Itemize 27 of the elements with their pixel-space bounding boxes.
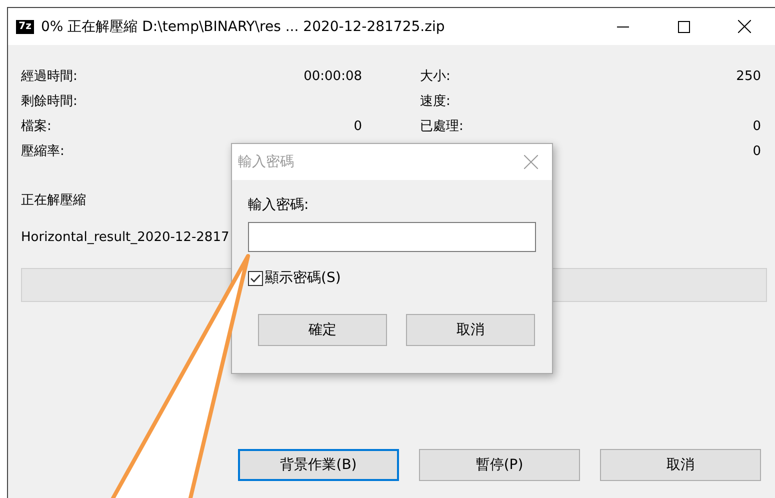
stat-value: 250	[736, 68, 761, 86]
cancel-button[interactable]: 取消	[406, 314, 535, 346]
stat-value: 0	[752, 118, 761, 136]
checkmark-icon	[250, 274, 261, 282]
dialog-title: 輸入密碼	[238, 153, 294, 171]
field-label: 輸入密碼:	[248, 196, 310, 214]
ok-button[interactable]: 確定	[258, 314, 387, 346]
stat-label: 剩餘時間:	[21, 93, 78, 111]
stat-label: 壓縮率:	[21, 143, 64, 161]
stat-value: 0	[752, 143, 761, 161]
password-field[interactable]	[248, 222, 536, 252]
stat-label: 速度:	[420, 93, 450, 111]
stat-label: 大小:	[420, 68, 450, 86]
stat-label: 檔案:	[21, 118, 52, 136]
window-title: 0% 正在解壓縮 D:\temp\BINARY\res ... 2020-12-281725.zip	[41, 18, 446, 36]
stat-label: 已處理:	[420, 118, 464, 136]
stat-value: 0	[354, 118, 362, 136]
cancel-button[interactable]: 取消	[600, 449, 761, 481]
stat-value: 00:00:08	[304, 68, 362, 86]
file-name: Horizontal_result_2020-12-2817	[21, 230, 230, 245]
show-password-checkbox[interactable]: 顯示密碼(S)	[248, 269, 536, 287]
background-button[interactable]: 背景作業(B)	[238, 449, 399, 481]
status-text: 正在解壓縮	[21, 192, 86, 209]
app-logo: 7z	[16, 20, 34, 34]
close-icon[interactable]	[524, 155, 538, 169]
pause-button[interactable]: 暫停(P)	[419, 449, 580, 481]
stat-label: 經過時間:	[21, 68, 78, 86]
